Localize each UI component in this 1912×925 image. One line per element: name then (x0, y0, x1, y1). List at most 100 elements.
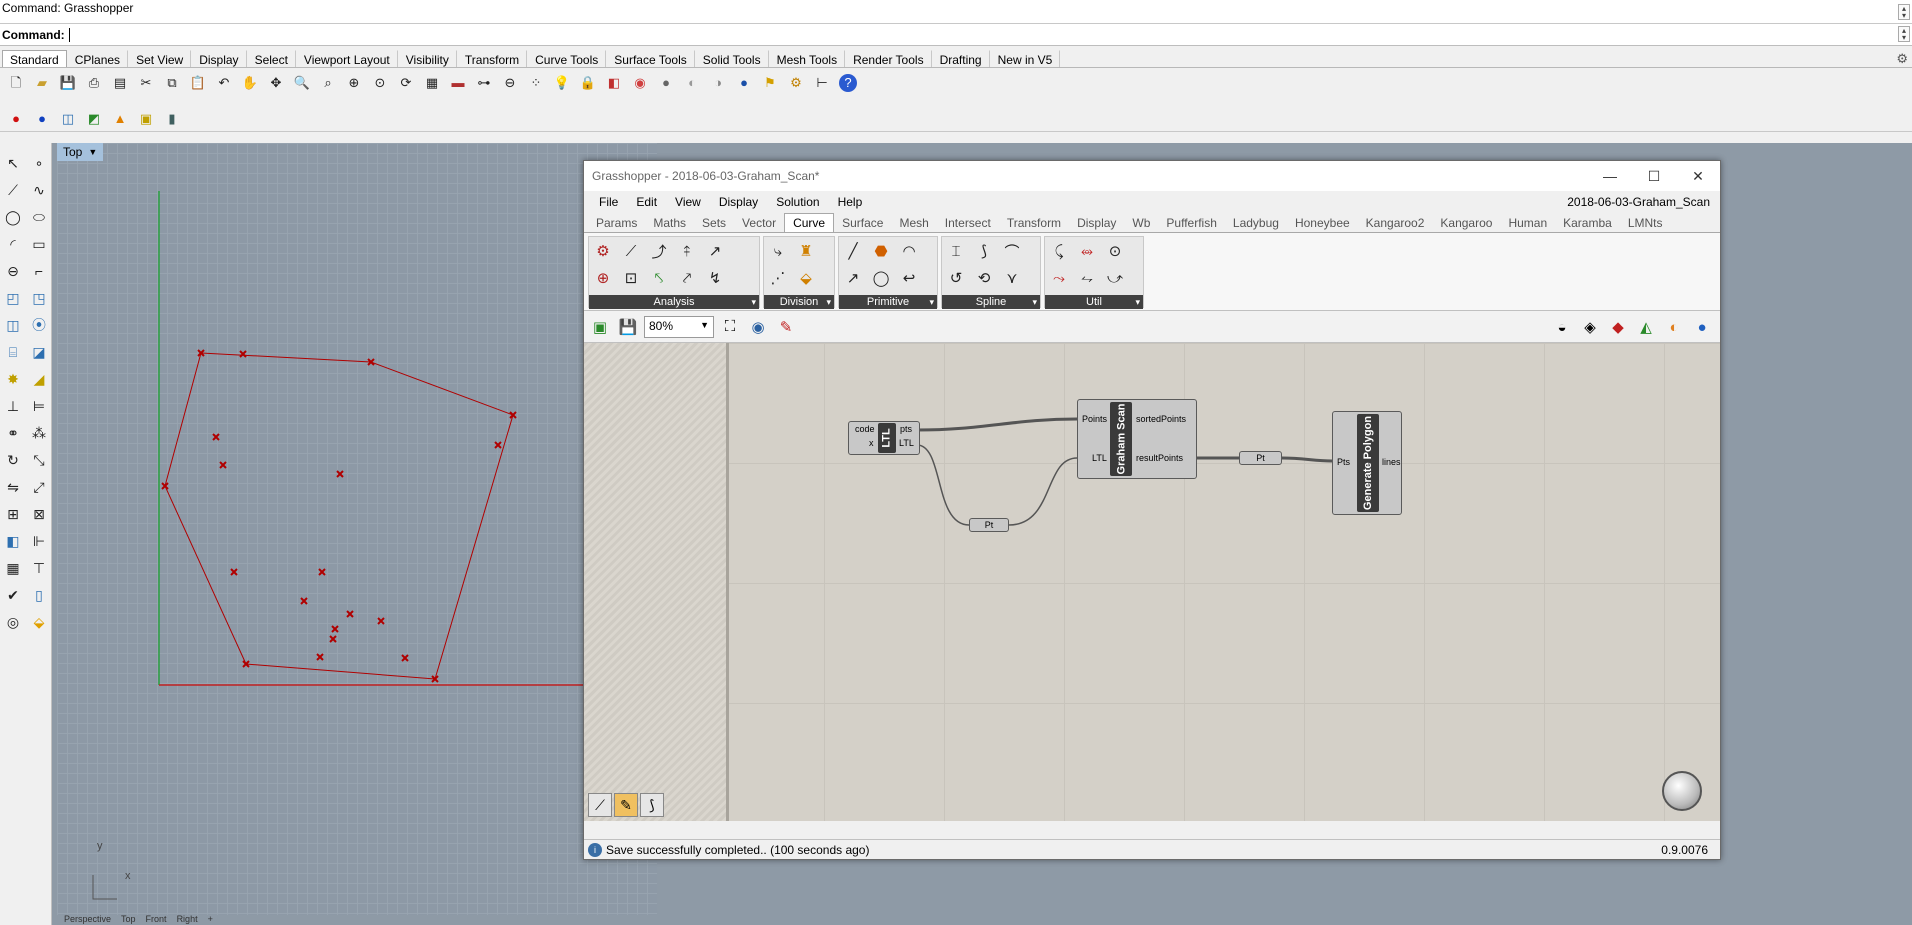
expand-icon[interactable]: ▾ (751, 295, 756, 309)
line-sdl-icon[interactable]: ↗ (841, 266, 865, 290)
minimize-icon[interactable]: — (1588, 161, 1632, 191)
zoom-selected-button[interactable]: ⊙ (367, 71, 393, 95)
divide-curve-icon[interactable]: ⤷ (766, 239, 790, 263)
project-icon[interactable]: ⊙ (1103, 239, 1127, 263)
menu-file[interactable]: File (590, 195, 627, 209)
rotate-tool[interactable]: ↻ (0, 448, 26, 472)
tab-solid-tools[interactable]: Solid Tools (695, 50, 769, 67)
dimension-button[interactable]: ⊢ (809, 71, 835, 95)
expand-icon[interactable]: ▾ (929, 295, 934, 309)
top-viewport[interactable]: y x (57, 143, 657, 915)
menu-help[interactable]: Help (829, 195, 872, 209)
point-marker[interactable] (161, 482, 169, 490)
help-button[interactable]: ? (835, 71, 861, 95)
offset-tool[interactable]: ⊖ (0, 259, 26, 283)
join-curves-icon[interactable]: ⥈ (1075, 239, 1099, 263)
interpolate-icon[interactable]: ⌶ (944, 239, 968, 263)
gh-tab-honeybee[interactable]: Honeybee (1287, 214, 1358, 232)
blend-curve-icon[interactable]: ⋎ (1000, 266, 1024, 290)
curve-frame-icon[interactable]: ⤣ (647, 266, 671, 290)
arc-tool[interactable]: ◜ (0, 232, 26, 256)
divide-distance-icon[interactable]: ⋰ (766, 266, 790, 290)
arc-icon[interactable]: ◠ (897, 239, 921, 263)
menu-view[interactable]: View (666, 195, 710, 209)
loft-tool[interactable]: ◳ (26, 286, 52, 310)
gh-tab-surface[interactable]: Surface (834, 214, 891, 232)
point-marker[interactable] (316, 653, 324, 661)
gh-component-ltl[interactable]: code x LTL pts LTL (848, 421, 920, 455)
color-button[interactable]: ◉ (627, 71, 653, 95)
layer-button[interactable]: ◧ (601, 71, 627, 95)
cylinder-tool[interactable]: ⌸ (0, 340, 26, 364)
tab-standard[interactable]: Standard (2, 50, 67, 67)
bounding-box-icon[interactable]: ⊡ (619, 266, 643, 290)
gh-param-pt-a[interactable]: Pt (969, 518, 1009, 532)
tab-visibility[interactable]: Visibility (398, 50, 457, 67)
gh-tab-intersect[interactable]: Intersect (937, 214, 999, 232)
shatter-icon[interactable]: ⬙ (794, 266, 818, 290)
print-button[interactable]: ⎙ (81, 71, 107, 95)
gh-titlebar[interactable]: Grasshopper - 2018-06-03-Graham_Scan* — … (584, 161, 1720, 191)
align-tool[interactable]: ⊨ (26, 394, 52, 418)
expand-icon[interactable]: ▾ (1135, 295, 1140, 309)
tab-mesh-tools[interactable]: Mesh Tools (769, 50, 846, 67)
menu-edit[interactable]: Edit (627, 195, 666, 209)
gh-tab-display[interactable]: Display (1069, 214, 1124, 232)
viewport-title-tab[interactable]: Top ▼ (57, 143, 104, 161)
tab-viewport-layout[interactable]: Viewport Layout (296, 50, 398, 67)
command-history-scrollbar[interactable]: ▴ ▾ (1898, 4, 1910, 20)
tab-transform[interactable]: Transform (457, 50, 528, 67)
frame-button[interactable]: ▣ (133, 107, 159, 131)
grid-button[interactable]: ▦ (419, 71, 445, 95)
highlight-button[interactable]: ⚑ (757, 71, 783, 95)
menu-display[interactable]: Display (710, 195, 767, 209)
viewport-tab-top[interactable]: Top (121, 914, 136, 925)
point-marker[interactable] (239, 350, 247, 358)
car-button[interactable]: ▬ (445, 71, 471, 95)
gh-tab-karamba[interactable]: Karamba (1555, 214, 1620, 232)
mesh-tool[interactable]: ✸ (0, 367, 26, 391)
tab-curve-tools[interactable]: Curve Tools (527, 50, 607, 67)
render-button[interactable]: ● (731, 71, 757, 95)
paste-button[interactable]: 📋 (185, 71, 211, 95)
extrude-tool[interactable]: ◪ (26, 340, 52, 364)
point-marker[interactable] (329, 635, 337, 643)
shaded-preview-button[interactable]: ◈ (1578, 315, 1602, 339)
gear-icon[interactable]: ⚙ (1896, 51, 1908, 67)
sketch-tool-button[interactable]: ✎ (614, 793, 638, 817)
material-preview-button[interactable]: ◐ (1662, 315, 1686, 339)
grid-tool[interactable]: ▦ (0, 556, 26, 580)
expand-icon[interactable]: ▾ (1032, 295, 1037, 309)
material-button[interactable]: ◑ (705, 71, 731, 95)
orient-button[interactable]: ⊶ (471, 71, 497, 95)
paint-tool[interactable]: ⬙ (26, 610, 52, 634)
scale-tool[interactable]: ⤡ (26, 448, 52, 472)
save-button[interactable]: 💾 (55, 71, 81, 95)
line-icon[interactable]: ╱ (841, 239, 865, 263)
viewport-tab-front[interactable]: Front (146, 914, 167, 925)
gh-tab-maths[interactable]: Maths (645, 214, 694, 232)
zoom-extents-button[interactable]: ⛶ (718, 315, 742, 339)
sketch-button[interactable]: ✎ (774, 315, 798, 339)
flip-curve-icon[interactable]: ⤻ (1103, 266, 1127, 290)
split-tool[interactable]: ⊥ (0, 394, 26, 418)
point-marker[interactable] (494, 441, 502, 449)
polyline-tool[interactable]: ⟋ (0, 178, 26, 202)
gh-tab-params[interactable]: Params (588, 214, 645, 232)
open-file-button[interactable]: ▣ (588, 315, 612, 339)
preview-button[interactable]: ◉ (746, 315, 770, 339)
solver-button[interactable]: ● (1690, 315, 1714, 339)
surface-tool[interactable]: ◰ (0, 286, 26, 310)
viewport-tab-right[interactable]: Right (177, 914, 198, 925)
gh-tab-kangaroo2[interactable]: Kangaroo2 (1358, 214, 1433, 232)
render-tool[interactable]: ▯ (26, 583, 52, 607)
polygon-icon[interactable]: ⬣ (869, 239, 893, 263)
transform-tool[interactable]: ◢ (26, 367, 52, 391)
curvature-icon[interactable]: ↗ (703, 239, 727, 263)
cplane-button[interactable]: ⊖ (497, 71, 523, 95)
command-input[interactable] (68, 27, 1269, 42)
point-marker[interactable] (230, 568, 238, 576)
arc-3pt-icon[interactable]: ↩ (897, 266, 921, 290)
texture-button[interactable]: ◩ (81, 107, 107, 131)
perp-frame-icon[interactable]: ↯ (703, 266, 727, 290)
